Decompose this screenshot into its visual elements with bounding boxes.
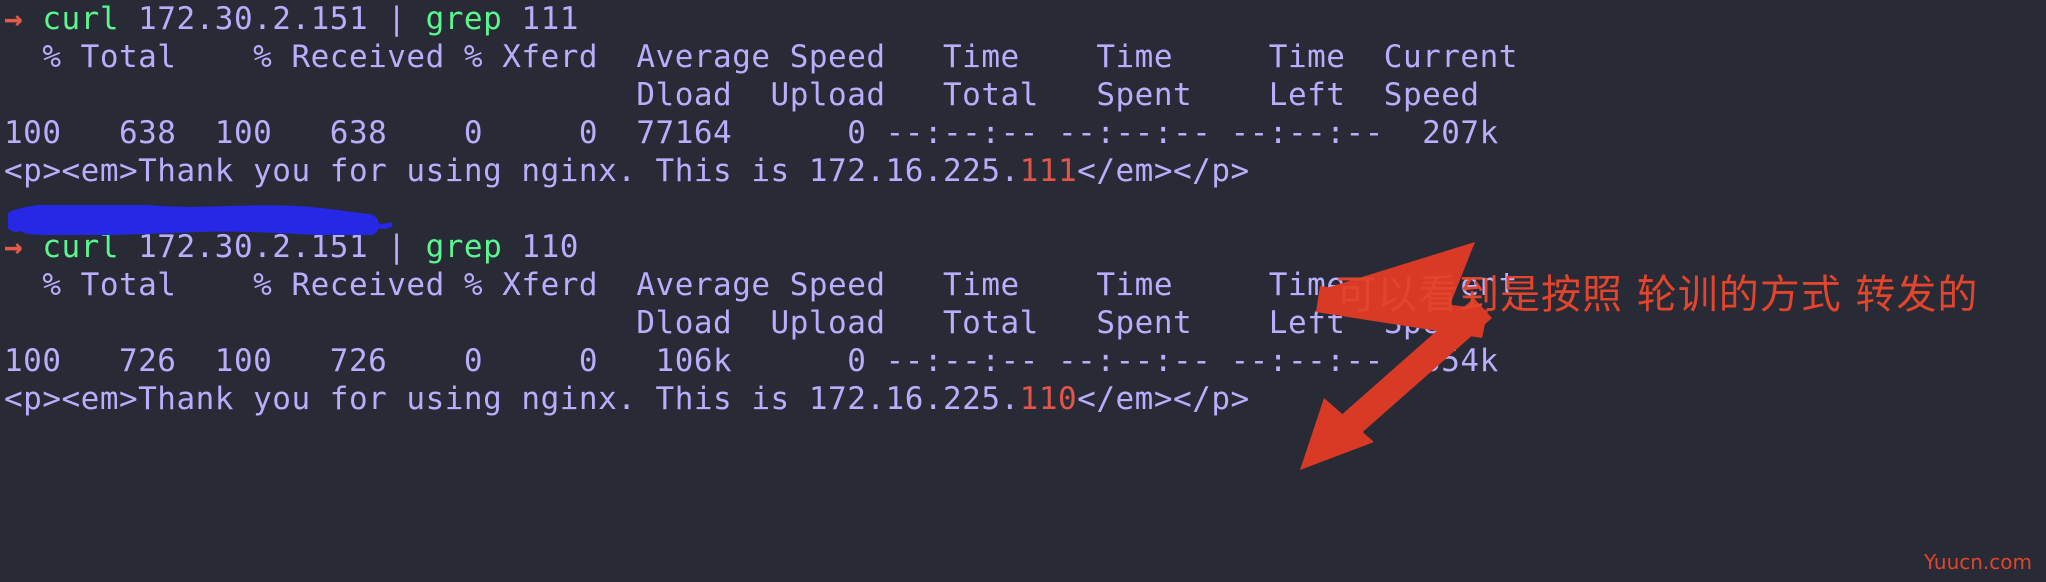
prompt-arrow-icon: → bbox=[4, 1, 43, 37]
curl-progress-header-2: Dload Upload Total Spent Left Speed bbox=[0, 76, 2046, 114]
redacted-line bbox=[0, 190, 2046, 228]
grep-match-highlight: 111 bbox=[1019, 153, 1078, 189]
command-arg-pattern: 110 bbox=[502, 229, 579, 265]
output-text: 100 638 100 638 0 0 77164 0 --:--:-- --:… bbox=[4, 115, 1499, 151]
prompt-arrow-icon: → bbox=[4, 229, 43, 265]
nginx-response-2: <p><em>Thank you for using nginx. This i… bbox=[0, 380, 2046, 418]
chinese-annotation-text: 可以看到是按照 轮训的方式 转发的 bbox=[1336, 272, 1979, 318]
curl-progress-header-1: % Total % Received % Xferd Average Speed… bbox=[0, 38, 2046, 76]
output-text: % Total % Received % Xferd Average Speed… bbox=[4, 267, 1518, 303]
output-text: Dload Upload Total Spent Left Speed bbox=[4, 305, 1480, 341]
terminal-command-line[interactable]: → curl 172.30.2.151 | grep 110 bbox=[0, 228, 2046, 266]
terminal-command-line[interactable]: → curl 172.30.2.151 | grep 111 bbox=[0, 0, 2046, 38]
response-text-prefix: <p><em>Thank you for using nginx. This i… bbox=[4, 381, 1020, 417]
grep-match-highlight: 110 bbox=[1019, 381, 1078, 417]
site-watermark: Yuucn.com bbox=[1923, 550, 2032, 574]
curl-progress-values-1: 100 638 100 638 0 0 77164 0 --:--:-- --:… bbox=[0, 114, 2046, 152]
response-text-suffix: </em></p> bbox=[1077, 153, 1250, 189]
output-text: % Total % Received % Xferd Average Speed… bbox=[4, 39, 1518, 75]
output-text: Dload Upload Total Spent Left Speed bbox=[4, 77, 1480, 113]
command-grep: grep bbox=[425, 1, 503, 37]
nginx-response-1: <p><em>Thank you for using nginx. This i… bbox=[0, 152, 2046, 190]
command-grep: grep bbox=[425, 229, 503, 265]
output-text: 100 726 100 726 0 0 106k 0 --:--:-- --:-… bbox=[4, 343, 1499, 379]
command-curl: curl bbox=[42, 1, 119, 37]
command-curl: curl bbox=[42, 229, 119, 265]
response-text-prefix: <p><em>Thank you for using nginx. This i… bbox=[4, 153, 1020, 189]
response-text-suffix: </em></p> bbox=[1077, 381, 1250, 417]
terminal-screen: → curl 172.30.2.151 | grep 111 % Total %… bbox=[0, 0, 2046, 582]
curl-progress-values-2: 100 726 100 726 0 0 106k 0 --:--:-- --:-… bbox=[0, 342, 2046, 380]
terminal-output-area[interactable]: → curl 172.30.2.151 | grep 111 % Total %… bbox=[0, 0, 2046, 418]
command-arg-pattern: 111 bbox=[502, 1, 579, 37]
command-arg-host: 172.30.2.151 | bbox=[118, 1, 426, 37]
command-arg-host: 172.30.2.151 | bbox=[118, 229, 426, 265]
